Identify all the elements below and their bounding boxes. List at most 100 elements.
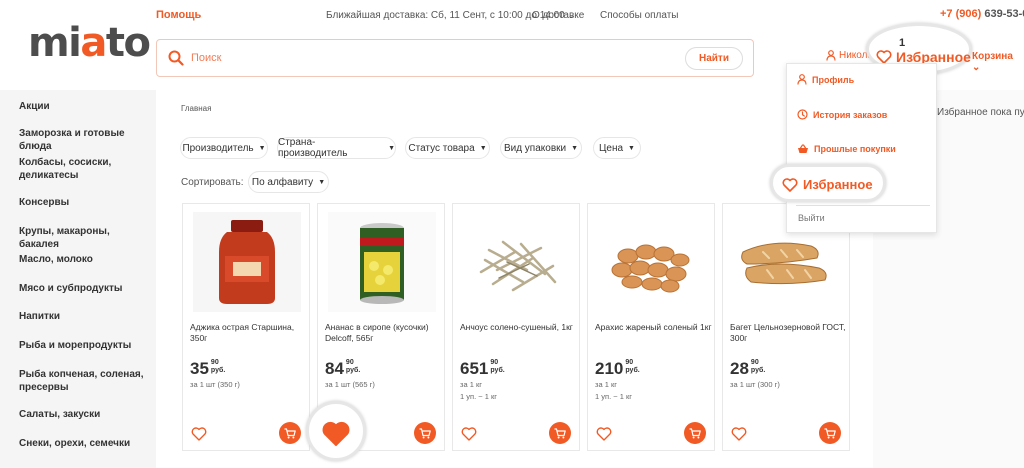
favorite-heart-icon[interactable] [596, 426, 612, 442]
caret-down-icon: ▼ [571, 144, 579, 152]
add-to-cart-button[interactable] [279, 422, 301, 444]
price-currency: руб. [345, 367, 361, 374]
chevron-down-icon: ⌄ [972, 62, 981, 73]
favorite-heart-icon[interactable] [191, 426, 207, 442]
sidebar-item-dairy[interactable]: Масло, молоко [19, 253, 149, 266]
cart-label: Корзина [972, 51, 1013, 62]
filter-label: Статус товара [408, 142, 475, 154]
sidebar-item-salads[interactable]: Салаты, закуски [19, 408, 149, 421]
sort-select[interactable]: По алфавиту ▼ [248, 171, 329, 193]
add-to-cart-button[interactable] [819, 422, 841, 444]
caret-down-icon: ▼ [258, 144, 266, 152]
menu-item-orders[interactable]: История заказов [797, 109, 887, 120]
phone-prefix: +7 (906) [940, 8, 982, 20]
sidebar-item-sausages[interactable]: Колбасы, сосиски, деликатесы [19, 156, 149, 182]
filter-packaging[interactable]: Вид упаковки ▼ [500, 137, 582, 159]
phone-number: 639-53-06 [984, 8, 1024, 20]
favorite-heart-filled-icon[interactable] [321, 421, 351, 447]
product-name[interactable]: Арахис жареный соленый 1кг [595, 322, 713, 333]
price-currency: руб. [490, 367, 505, 374]
heart-outline-icon [876, 50, 892, 64]
user-dropdown: Профиль История заказов Прошлые покупки [786, 63, 937, 233]
sidebar-item-meat[interactable]: Мясо и субпродукты [19, 282, 149, 295]
product-price: 651 90 руб. [460, 359, 505, 378]
logo-text-b: a [80, 20, 107, 66]
filter-label: Производитель [182, 142, 254, 154]
favorites-empty-text: Избранное пока пусто [937, 107, 1024, 118]
sidebar-item-groceries[interactable]: Крупы, макароны, бакалея [19, 225, 149, 251]
help-link[interactable]: Помощь [156, 9, 201, 21]
sidebar-item-drinks[interactable]: Напитки [19, 310, 149, 323]
clock-icon [797, 109, 808, 120]
cart-link[interactable]: Корзина ⌄ [972, 51, 1024, 73]
product-image [328, 212, 436, 312]
product-price: 35 90 руб. [190, 359, 225, 378]
logo-text-a: mi [28, 20, 82, 66]
menu-divider [796, 205, 930, 206]
filter-status[interactable]: Статус товара ▼ [405, 137, 490, 159]
product-name[interactable]: Анчоус солено-сушеный, 1кг [460, 322, 578, 333]
search-button[interactable]: Найти [685, 47, 743, 70]
filter-label: Вид упаковки [503, 142, 567, 154]
price-currency: руб. [625, 367, 640, 374]
sidebar-item-fish[interactable]: Рыба и морепродукты [19, 339, 149, 352]
price-integer: 84 [325, 359, 344, 378]
price-fraction: 90 [210, 359, 219, 366]
breadcrumb[interactable]: Главная [181, 104, 211, 113]
price-integer: 651 [460, 359, 489, 378]
cart-icon [284, 427, 296, 438]
heart-outline-icon [782, 177, 798, 192]
about-delivery-link[interactable]: О доставке [532, 10, 584, 21]
add-to-cart-button[interactable] [549, 422, 571, 444]
menu-item-label: Избранное [803, 177, 873, 192]
sidebar-item-snacks[interactable]: Снеки, орехи, семечки [19, 437, 149, 450]
site-logo[interactable]: miato [28, 20, 151, 66]
product-unit: за 1 шт (565 г) [325, 380, 375, 389]
basket-icon [798, 144, 808, 153]
price-fraction: 90 [490, 359, 499, 366]
menu-item-favorites[interactable]: Избранное [782, 177, 873, 192]
product-name[interactable]: Багет Цельнозерновой ГОСТ, 300г [730, 322, 848, 344]
cart-icon [554, 427, 566, 438]
phone-link[interactable]: +7 (906) 639-53-06 [940, 8, 1024, 20]
menu-item-profile[interactable]: Профиль [797, 74, 854, 85]
product-image [463, 212, 571, 312]
product-name[interactable]: Аджика острая Старшина, 350г [190, 322, 308, 344]
favorite-heart-icon[interactable] [731, 426, 747, 442]
add-to-cart-button[interactable] [684, 422, 706, 444]
product-image [193, 212, 301, 312]
product-card[interactable]: Анчоус солено-сушеный, 1кг 651 90 руб. за … [452, 203, 580, 451]
cart-icon [419, 427, 431, 438]
price-fraction: 90 [625, 359, 634, 366]
sort-label: Сортировать: [181, 177, 244, 188]
product-pack: 1 уп. ~ 1 кг [595, 392, 632, 401]
product-card[interactable]: Багет Цельнозерновой ГОСТ, 300г 28 90 руб.… [722, 203, 850, 451]
menu-item-past-purchases[interactable]: Прошлые покупки [797, 144, 896, 154]
sidebar-item-canned[interactable]: Консервы [19, 196, 149, 209]
menu-item-label: История заказов [813, 109, 888, 120]
search-input[interactable]: Поиск [191, 52, 221, 64]
add-to-cart-button[interactable] [414, 422, 436, 444]
logout-button[interactable]: Выйти [798, 213, 825, 223]
price-integer: 35 [190, 359, 209, 378]
menu-item-label: Прошлые покупки [814, 144, 896, 154]
filter-label: Страна-производитель [278, 137, 348, 159]
product-card[interactable]: Арахис жареный соленый 1кг 210 90 руб. за … [587, 203, 715, 451]
user-icon [826, 50, 836, 61]
price-integer: 210 [595, 359, 624, 378]
user-icon [797, 74, 807, 85]
product-unit: за 1 кг [595, 380, 617, 389]
product-name[interactable]: Ананас в сиропе (кусочки) Delcoff, 565г [325, 322, 443, 344]
product-card[interactable]: Аджика острая Старшина, 350г 35 90 руб. за… [182, 203, 310, 451]
filter-country[interactable]: Страна-производитель ▼ [277, 137, 396, 159]
favorite-heart-icon[interactable] [461, 426, 477, 442]
sidebar-item-smoked-fish[interactable]: Рыба копченая, соленая, пресервы [19, 368, 149, 394]
caret-down-icon: ▼ [628, 144, 635, 152]
sidebar-item-frozen[interactable]: Заморозка и готовые блюда [19, 127, 149, 153]
product-price: 84 90 руб. [325, 359, 360, 378]
sidebar-item-promotions[interactable]: Акции [19, 100, 149, 113]
filter-manufacturer[interactable]: Производитель ▼ [180, 137, 268, 159]
search-bar[interactable]: Поиск Найти [156, 39, 754, 77]
filter-price[interactable]: Цена ▼ [593, 137, 641, 159]
payment-link[interactable]: Способы оплаты [600, 10, 679, 21]
